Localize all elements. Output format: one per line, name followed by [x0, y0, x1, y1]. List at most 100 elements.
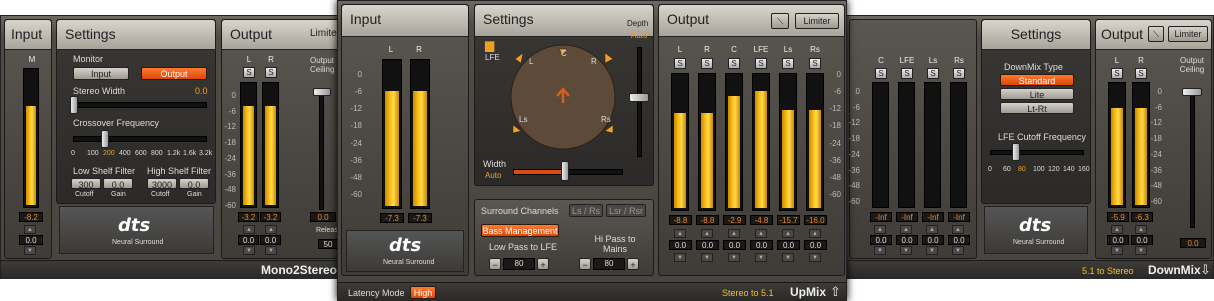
upmix-bypass-button[interactable]: ⟍: [771, 13, 789, 29]
downmix-in-down[interactable]: ▼: [900, 246, 912, 255]
downmix-in-solo[interactable]: S: [953, 68, 965, 79]
downmix-in-solo[interactable]: S: [927, 68, 939, 79]
upmix-low-pass-value[interactable]: 80: [503, 258, 535, 270]
upmix-width-thumb[interactable]: [561, 161, 569, 181]
mono-input-trim-up[interactable]: ▲: [24, 225, 36, 234]
upmix-out-trim-down[interactable]: ▼: [674, 253, 686, 262]
upmix-out-trim-down[interactable]: ▼: [728, 253, 740, 262]
mono-out-r-down[interactable]: ▼: [265, 246, 277, 255]
mono-ceiling-slider[interactable]: [319, 90, 324, 210]
downmix-out-solo[interactable]: S: [1135, 68, 1147, 79]
mono-high-gain-field[interactable]: 0.0: [179, 178, 209, 190]
upmix-out-trim-up[interactable]: ▲: [701, 229, 713, 238]
upmix-depth-thumb[interactable]: [629, 93, 649, 102]
downmix-ceiling-thumb[interactable]: [1182, 88, 1202, 96]
mono-stereo-width-thumb[interactable]: [70, 96, 78, 114]
mono-out-r-trim[interactable]: 0.0: [260, 235, 281, 245]
downmix-type-lite[interactable]: Lite: [1000, 88, 1074, 100]
downmix-lfe-thumb[interactable]: [1012, 143, 1020, 161]
upmix-out-trim-down[interactable]: ▼: [701, 253, 713, 262]
upmix-out-trim[interactable]: 0.0: [669, 240, 692, 250]
mono-monitor-output-button[interactable]: Output: [141, 67, 207, 80]
downmix-in-trim[interactable]: 0.0: [948, 235, 970, 245]
upmix-surround-lsrs-button[interactable]: Ls / Rs: [569, 204, 603, 217]
mono-out-l-down[interactable]: ▼: [243, 246, 255, 255]
upmix-out-solo[interactable]: S: [755, 58, 767, 69]
upmix-bass-management-button[interactable]: Bass Management: [481, 224, 559, 237]
mono-crossover-label: Crossover Frequency: [73, 118, 160, 128]
upmix-low-pass-plus[interactable]: +: [537, 258, 549, 270]
downmix-lfe-slider[interactable]: [990, 150, 1084, 155]
downmix-in-down[interactable]: ▼: [874, 246, 886, 255]
upmix-out-solo[interactable]: S: [701, 58, 713, 69]
downmix-in-up[interactable]: ▲: [900, 225, 912, 234]
downmix-in-solo[interactable]: S: [901, 68, 913, 79]
upmix-out-trim-up[interactable]: ▲: [782, 229, 794, 238]
upmix-out-solo[interactable]: S: [674, 58, 686, 69]
downmix-out-trim[interactable]: 0.0: [1131, 235, 1153, 245]
upmix-low-pass-minus[interactable]: −: [489, 258, 501, 270]
upmix-latency-value[interactable]: High: [410, 286, 436, 299]
mono-crossover-thumb[interactable]: [101, 130, 109, 148]
mono-out-l-trim[interactable]: 0.0: [238, 235, 259, 245]
upmix-out-trim-down[interactable]: ▼: [782, 253, 794, 262]
downmix-in-down[interactable]: ▼: [952, 246, 964, 255]
upmix-out-solo[interactable]: S: [809, 58, 821, 69]
upmix-out-trim-down[interactable]: ▼: [755, 253, 767, 262]
mono-input-trim-down[interactable]: ▼: [24, 246, 36, 255]
downmix-in-solo[interactable]: S: [875, 68, 887, 79]
upmix-surround-lsrrsr-button[interactable]: Lsr / Rsr: [606, 204, 646, 217]
downmix-type-ltrt[interactable]: Lt-Rt: [1000, 102, 1074, 114]
downmix-out-up[interactable]: ▲: [1111, 225, 1123, 234]
downmix-out-down[interactable]: ▼: [1111, 246, 1123, 255]
mono-limiter-label[interactable]: Limiter: [310, 28, 340, 39]
upmix-out-scale-tick: -12: [829, 104, 841, 114]
downmix-in-trim[interactable]: 0.0: [922, 235, 944, 245]
upmix-out-trim-down[interactable]: ▼: [809, 253, 821, 262]
mono-stereo-width-slider[interactable]: [73, 102, 207, 108]
downmix-in-up[interactable]: ▲: [926, 225, 938, 234]
mono-out-l-up[interactable]: ▲: [243, 225, 255, 234]
mono-crossover-slider[interactable]: [73, 136, 207, 142]
upmix-hi-pass-plus[interactable]: +: [627, 258, 639, 270]
upmix-out-solo[interactable]: S: [782, 58, 794, 69]
upmix-hi-pass-value[interactable]: 80: [593, 258, 625, 270]
downmix-in-up[interactable]: ▲: [874, 225, 886, 234]
upmix-out-trim-up[interactable]: ▲: [728, 229, 740, 238]
downmix-type-standard[interactable]: Standard: [1000, 74, 1074, 86]
mono-out-l-solo[interactable]: S: [243, 67, 255, 78]
mono-monitor-input-button[interactable]: Input: [73, 67, 129, 80]
downmix-limiter-button[interactable]: Limiter: [1168, 26, 1208, 42]
mono-out-r-solo[interactable]: S: [265, 67, 277, 78]
mono-ceiling-thumb[interactable]: [313, 88, 331, 96]
lfe-speaker-icon[interactable]: ▆: [485, 38, 494, 52]
downmix-out-solo[interactable]: S: [1111, 68, 1123, 79]
downmix-out-trim[interactable]: 0.0: [1107, 235, 1129, 245]
mono-release-value[interactable]: 50: [318, 239, 338, 249]
upmix-out-trim[interactable]: 0.0: [696, 240, 719, 250]
upmix-out-solo[interactable]: S: [728, 58, 740, 69]
mono-high-cutoff-field[interactable]: 3000: [147, 178, 177, 190]
upmix-out-trim[interactable]: 0.0: [750, 240, 773, 250]
downmix-out-down[interactable]: ▼: [1135, 246, 1147, 255]
downmix-ceiling-slider[interactable]: [1190, 88, 1195, 228]
mono-low-cutoff-field[interactable]: 300: [71, 178, 101, 190]
downmix-in-up[interactable]: ▲: [952, 225, 964, 234]
downmix-in-trim[interactable]: 0.0: [896, 235, 918, 245]
downmix-out-up[interactable]: ▲: [1135, 225, 1147, 234]
mono-low-gain-field[interactable]: 0.0: [103, 178, 133, 190]
upmix-depth-slider[interactable]: [637, 47, 642, 157]
upmix-out-trim[interactable]: 0.0: [804, 240, 827, 250]
upmix-out-trim[interactable]: 0.0: [777, 240, 800, 250]
mono-out-r-up[interactable]: ▲: [265, 225, 277, 234]
upmix-out-trim-up[interactable]: ▲: [674, 229, 686, 238]
mono-input-trim[interactable]: 0.0: [19, 235, 43, 245]
upmix-limiter-button[interactable]: Limiter: [795, 13, 839, 29]
downmix-bypass-button[interactable]: ⟍: [1148, 26, 1164, 42]
downmix-in-down[interactable]: ▼: [926, 246, 938, 255]
upmix-out-trim[interactable]: 0.0: [723, 240, 746, 250]
downmix-in-trim[interactable]: 0.0: [870, 235, 892, 245]
upmix-out-trim-up[interactable]: ▲: [809, 229, 821, 238]
upmix-out-trim-up[interactable]: ▲: [755, 229, 767, 238]
upmix-hi-pass-minus[interactable]: −: [579, 258, 591, 270]
